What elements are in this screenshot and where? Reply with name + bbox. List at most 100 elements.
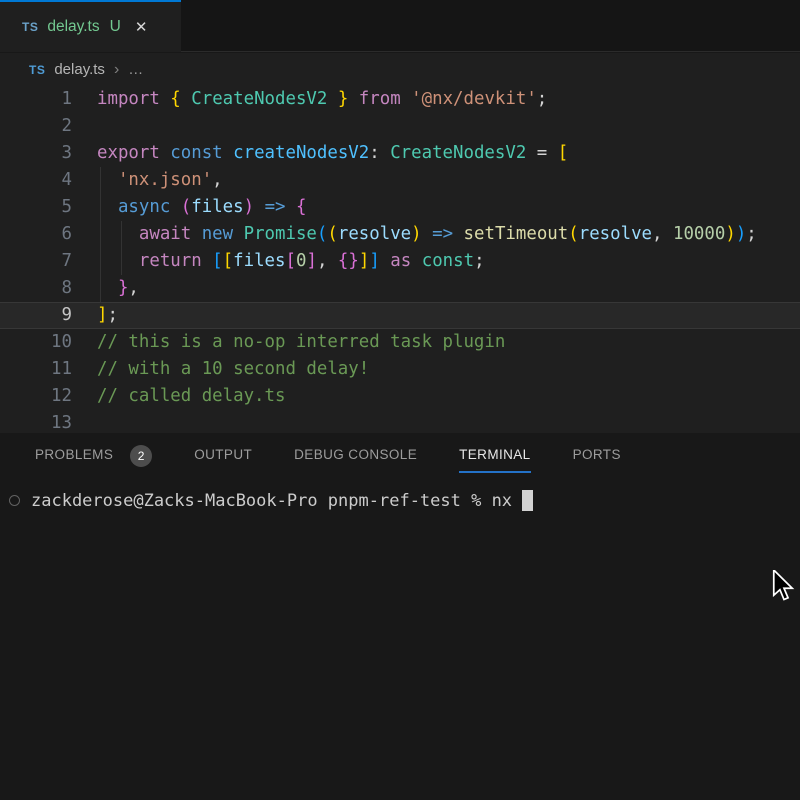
code-view[interactable]: 1import { CreateNodesV2 } from '@nx/devk…	[0, 86, 800, 433]
code-token: as	[380, 251, 422, 271]
close-icon[interactable]: ✕	[135, 20, 148, 35]
code-token: )	[244, 197, 254, 217]
breadcrumb-symbol-ellipsis[interactable]: …	[128, 61, 144, 78]
code-line[interactable]: 4 'nx.json',	[0, 167, 800, 194]
code-token: [	[286, 251, 296, 271]
code-line-content: import { CreateNodesV2 } from '@nx/devki…	[72, 86, 547, 113]
panel-tab-bar: PROBLEMS 2 OUTPUT DEBUG CONSOLE TERMINAL PORT…	[0, 434, 800, 473]
code-token: :	[369, 143, 390, 163]
code-token: }	[327, 89, 348, 109]
code-line-content: async (files) => {	[72, 194, 306, 221]
code-token: =	[526, 143, 557, 163]
code-token: =>	[254, 197, 296, 217]
code-line-content	[72, 410, 97, 433]
panel-tab-label: PROBLEMS	[35, 447, 113, 462]
code-line[interactable]: 3export const createNodesV2: CreateNodes…	[0, 140, 800, 167]
tab-delay-ts[interactable]: TS delay.ts U ✕	[0, 0, 181, 52]
panel-tab-debug-console[interactable]: DEBUG CONSOLE	[294, 447, 417, 473]
code-token: CreateNodesV2	[191, 89, 327, 109]
panel-tab-label: PORTS	[573, 447, 621, 462]
code-line-content: export const createNodesV2: CreateNodesV…	[72, 140, 568, 167]
terminal-prompt: zackderose@Zacks-MacBook-Pro pnpm-ref-te…	[31, 491, 522, 511]
code-token: ]	[306, 251, 316, 271]
code-line[interactable]: 2	[0, 113, 800, 140]
code-token: (	[317, 224, 327, 244]
code-line[interactable]: 11 // with a 10 second delay!	[0, 356, 800, 383]
code-token: (	[181, 197, 191, 217]
line-number: 11	[0, 356, 72, 383]
code-line[interactable]: 8 },	[0, 275, 800, 302]
code-token: 'nx.json'	[97, 170, 212, 190]
line-number: 2	[0, 113, 72, 140]
code-token: const	[422, 251, 474, 271]
code-token: ;	[107, 305, 117, 325]
code-line-content: // called delay.ts	[72, 383, 285, 410]
chevron-right-icon: ›	[114, 61, 119, 79]
code-line-content	[72, 113, 97, 140]
breadcrumb: TS delay.ts › …	[0, 53, 800, 86]
panel-tab-output[interactable]: OUTPUT	[194, 447, 252, 473]
code-token: // with a 10 second delay!	[97, 359, 369, 379]
code-token: Promise	[244, 224, 317, 244]
code-token: // this is a no-op interred task plugin	[97, 332, 505, 352]
breadcrumb-file[interactable]: delay.ts	[54, 61, 105, 78]
line-number: 3	[0, 140, 72, 167]
code-token: ]	[359, 251, 369, 271]
code-line[interactable]: 6 await new Promise((resolve) => setTime…	[0, 221, 800, 248]
panel-tab-ports[interactable]: PORTS	[573, 447, 621, 473]
panel-tab-label: TERMINAL	[459, 447, 530, 462]
code-token: ]	[369, 251, 379, 271]
command-decoration-circle-icon	[9, 495, 20, 506]
code-token: ;	[474, 251, 484, 271]
code-token: }	[97, 278, 128, 298]
code-token: (	[327, 224, 337, 244]
code-token: await	[97, 224, 202, 244]
code-token: {	[296, 197, 306, 217]
editor-area[interactable]: TS delay.ts › … 1import { CreateNodesV2 …	[0, 53, 800, 433]
code-line-content: // with a 10 second delay!	[72, 356, 369, 383]
code-line[interactable]: 5 async (files) => {	[0, 194, 800, 221]
code-token: async	[97, 197, 181, 217]
line-number: 8	[0, 275, 72, 302]
code-token: [	[223, 251, 233, 271]
indent-guide	[100, 167, 101, 302]
code-token: )	[411, 224, 421, 244]
code-token: 10000	[673, 224, 725, 244]
code-token: (	[568, 224, 578, 244]
code-token: ,	[652, 224, 673, 244]
code-token: {}	[338, 251, 359, 271]
code-token: [	[212, 251, 222, 271]
line-number: 6	[0, 221, 72, 248]
code-token: ,	[128, 278, 138, 298]
code-line[interactable]: 13	[0, 410, 800, 433]
line-number: 1	[0, 86, 72, 113]
editor-tab-bar: TS delay.ts U ✕	[0, 0, 800, 52]
code-token: ,	[212, 170, 222, 190]
code-token: [	[558, 143, 568, 163]
git-untracked-badge: U	[110, 18, 121, 36]
code-token: files	[233, 251, 285, 271]
code-token: '@nx/devkit'	[411, 89, 537, 109]
indent-guide	[121, 221, 122, 275]
code-token: export	[97, 143, 170, 163]
code-token: createNodesV2	[233, 143, 369, 163]
code-line[interactable]: 7 return [[files[0], {}]] as const;	[0, 248, 800, 275]
panel-tab-terminal[interactable]: TERMINAL	[459, 447, 530, 473]
code-token: return	[97, 251, 212, 271]
terminal-cursor	[522, 490, 533, 511]
panel-tab-problems[interactable]: PROBLEMS 2	[35, 447, 152, 473]
code-line[interactable]: 10// this is a no-op interred task plugi…	[0, 329, 800, 356]
code-token: new	[202, 224, 244, 244]
mouse-cursor-icon	[770, 570, 796, 602]
code-line-content: await new Promise((resolve) => setTimeou…	[72, 221, 757, 248]
code-line[interactable]: 9];	[0, 302, 800, 329]
code-token: 0	[296, 251, 306, 271]
code-line[interactable]: 1import { CreateNodesV2 } from '@nx/devk…	[0, 86, 800, 113]
terminal[interactable]: zackderose@Zacks-MacBook-Pro pnpm-ref-te…	[0, 490, 800, 511]
code-token: CreateNodesV2	[390, 143, 526, 163]
code-token: =>	[422, 224, 464, 244]
problems-count-badge: 2	[130, 445, 152, 467]
code-line[interactable]: 12// called delay.ts	[0, 383, 800, 410]
line-number: 12	[0, 383, 72, 410]
tab-title: delay.ts	[47, 18, 99, 36]
